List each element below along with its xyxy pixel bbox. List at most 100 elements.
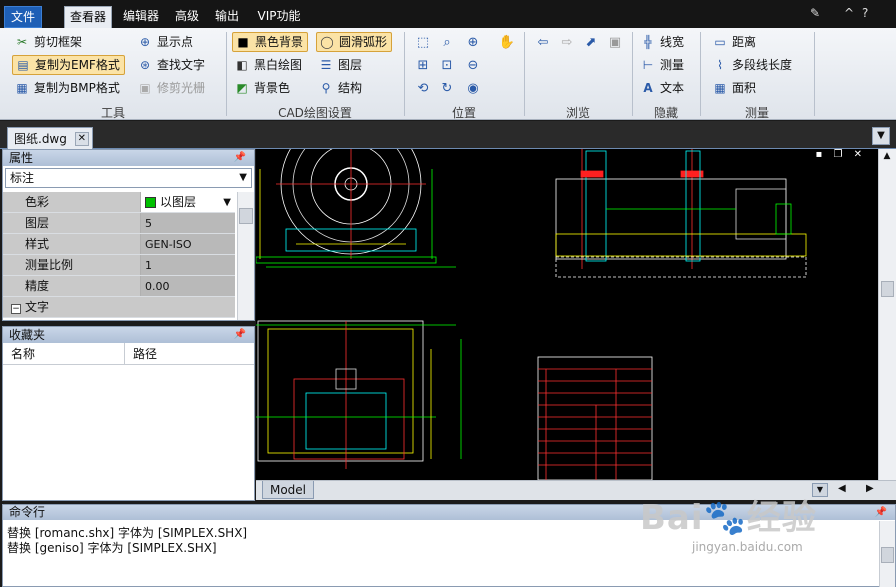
property-value: GEN-ISO (141, 234, 235, 254)
ribbon: ✂ 剪切框架 ▤ 复制为EMF格式 ▦ 复制为BMP格式 ⊕ 显示点 ⊛ 查找文字 ▣ 修剪… (0, 28, 896, 120)
properties-panel: 属性 📌 标注 ▼ 色彩 以图层 ▼ 图层 5 样式 GEN-ISO 测量比例 … (2, 149, 255, 321)
clip-frame-button[interactable]: ✂ 剪切框架 (14, 32, 82, 52)
hide-measure-button[interactable]: ⊢ 测量 (640, 55, 684, 75)
minimize-ribbon-icon[interactable]: ^ (844, 6, 854, 20)
black-background-button[interactable]: ■ 黑色背景 (232, 32, 309, 52)
close-icon[interactable]: ✕ (74, 131, 89, 146)
clip-icon: ✂ (16, 35, 28, 49)
property-row-scale[interactable]: 测量比例 1 (3, 255, 235, 276)
property-category-value: 标注 (10, 171, 35, 185)
find-text-button[interactable]: ⊛ 查找文字 (137, 55, 205, 75)
document-tab[interactable]: 图纸.dwg ✕ (7, 127, 93, 149)
help-icon[interactable]: ? (862, 6, 868, 20)
property-grid: 色彩 以图层 ▼ 图层 5 样式 GEN-ISO 测量比例 1 精度 0.00 … (3, 192, 235, 318)
collapse-icon[interactable]: − (11, 304, 21, 314)
property-key: 样式 (3, 234, 141, 254)
pin-icon[interactable]: 📌 (234, 150, 246, 166)
forward-arrow-icon[interactable]: ⇨ (558, 34, 576, 52)
property-section-text[interactable]: − 文字 (3, 297, 235, 318)
scrollbar-thumb[interactable] (239, 208, 253, 224)
drawing-canvas[interactable]: ▪ ❐ ✕ (256, 149, 878, 480)
structure-icon: ⚲ (321, 81, 331, 95)
refresh-icon[interactable]: ↻ (438, 80, 456, 98)
extents-icon[interactable]: ⊡ (438, 57, 456, 75)
zoom-out-icon[interactable]: ⊖ (464, 57, 482, 75)
scroll-up-icon[interactable]: ▲ (880, 151, 894, 161)
chevron-down-icon: ▼ (877, 130, 885, 141)
fit-icon[interactable]: ⊞ (414, 57, 432, 75)
open-icon[interactable]: ⬈ (582, 34, 600, 52)
hide-text-button[interactable]: A 文本 (640, 78, 684, 98)
dimension-icon: ⊢ (642, 58, 654, 72)
menu-tab-editor[interactable]: 编辑器 (118, 6, 164, 28)
property-key: 文字 (25, 300, 50, 314)
menu-tab-vip[interactable]: VIP功能 (250, 6, 308, 28)
favorites-header: 收藏夹 📌 (3, 327, 254, 343)
scrollbar-thumb[interactable] (881, 281, 894, 297)
document-tab-label: 图纸.dwg (14, 132, 67, 146)
tab-list-dropdown[interactable]: ▼ (872, 127, 890, 145)
background-color-button[interactable]: ◩ 背景色 (234, 78, 290, 98)
property-value: 0.00 (141, 276, 235, 296)
back-arrow-icon[interactable]: ⇦ (534, 34, 552, 52)
favorites-title: 收藏夹 (9, 328, 46, 342)
drawing-gear-assembly (256, 149, 456, 268)
property-value: 1 (141, 255, 235, 275)
baidu-watermark: Bai🐾经验 jingyan.baidu.com (640, 490, 890, 570)
copy-bmp-button[interactable]: ▦ 复制为BMP格式 (14, 78, 120, 98)
smooth-arc-button[interactable]: ◯ 圆滑弧形 (316, 32, 393, 52)
property-row-layer[interactable]: 图层 5 (3, 213, 235, 234)
pan-hand-icon[interactable]: ✋ (498, 34, 516, 52)
ruler-icon: ▭ (714, 35, 726, 49)
property-row-color[interactable]: 色彩 以图层 ▼ (3, 192, 235, 213)
color-swatch (145, 196, 156, 208)
column-header-path[interactable]: 路径 (125, 343, 157, 364)
structure-button[interactable]: ⚲ 结构 (318, 78, 362, 98)
area-icon: ▦ (714, 81, 726, 95)
trim-raster-button[interactable]: ▣ 修剪光栅 (137, 78, 205, 98)
polyline-icon: ⌇ (717, 58, 723, 72)
distance-button[interactable]: ▭ 距离 (712, 32, 756, 52)
chevron-down-icon[interactable]: ▼ (223, 192, 231, 213)
group-label-measure: 测量 (744, 106, 769, 120)
menu-tab-viewer[interactable]: 查看器 (64, 6, 112, 28)
zoom-icon[interactable]: ⌕ (438, 34, 456, 52)
copy-emf-button[interactable]: ▤ 复制为EMF格式 (12, 55, 125, 75)
menu-tab-advanced[interactable]: 高级 (170, 6, 204, 28)
menu-tab-file[interactable]: 文件 (4, 6, 42, 28)
pin-icon[interactable]: 📌 (234, 327, 246, 343)
area-button[interactable]: ▦ 面积 (712, 78, 756, 98)
property-key: 精度 (3, 276, 141, 296)
favorites-panel: 收藏夹 📌 名称 路径 (2, 326, 255, 501)
document-tab-bar: 图纸.dwg ✕ ▼ (0, 121, 896, 149)
properties-scrollbar[interactable] (237, 192, 254, 320)
paw-icon: 🐾 (703, 498, 747, 538)
canvas-window-controls[interactable]: ▪ ❐ ✕ (816, 149, 866, 160)
pen-icon[interactable]: ✎ (810, 6, 820, 20)
emf-icon: ▤ (17, 58, 29, 72)
canvas-vertical-scrollbar[interactable]: ▲ (878, 149, 896, 482)
zoom-in-icon[interactable]: ⊕ (464, 34, 482, 52)
watermark-url: jingyan.baidu.com (692, 540, 803, 554)
group-label-cad: CAD绘图设置 (278, 106, 352, 120)
property-key: 色彩 (3, 192, 141, 212)
property-category-select[interactable]: 标注 ▼ (5, 168, 252, 188)
show-points-button[interactable]: ⊕ 显示点 (137, 32, 193, 52)
column-header-name[interactable]: 名称 (3, 343, 125, 364)
property-row-precision[interactable]: 精度 0.00 (3, 276, 235, 297)
bw-draw-button[interactable]: ◧ 黑白绘图 (234, 55, 302, 75)
rotate-icon[interactable]: ⟲ (414, 80, 432, 98)
lineweight-button[interactable]: ╬ 线宽 (640, 32, 684, 52)
property-row-style[interactable]: 样式 GEN-ISO (3, 234, 235, 255)
polyline-length-button[interactable]: ⌇ 多段线长度 (712, 55, 792, 75)
bw-icon: ◧ (236, 58, 248, 72)
find-icon: ⊛ (139, 58, 151, 72)
cad-drawing (256, 149, 807, 480)
menu-tab-output[interactable]: 输出 (210, 6, 244, 28)
tab-model[interactable]: Model (262, 481, 314, 499)
zoom-window-icon[interactable]: ⬚ (414, 34, 432, 52)
save-view-icon[interactable]: ▣ (606, 34, 624, 52)
layers-button[interactable]: ☰ 图层 (318, 55, 362, 75)
property-key: 测量比例 (3, 255, 141, 275)
view-3d-icon[interactable]: ◉ (464, 80, 482, 98)
